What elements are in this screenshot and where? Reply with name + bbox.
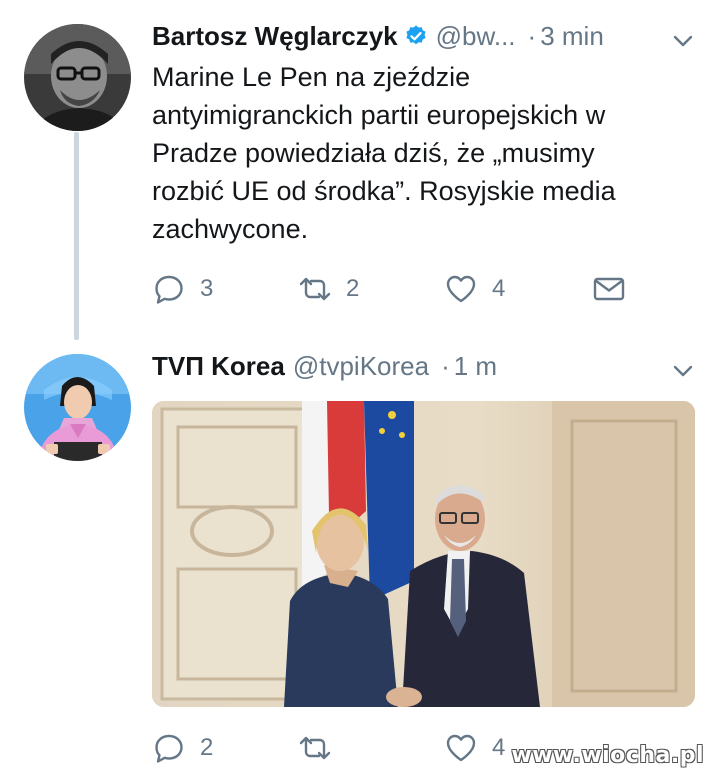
tweet-text-line: antyimigranckich partii europejskich w (152, 100, 606, 130)
handle[interactable]: @tvpiKorea (293, 351, 429, 382)
like-button[interactable]: 4 (444, 728, 505, 768)
direct-message-button[interactable] (592, 269, 626, 309)
envelope-icon (593, 277, 625, 301)
reply-button[interactable]: 3 (152, 269, 213, 309)
tweet-header: Bartosz Węglarczyk @bw... · 3 min (152, 18, 604, 54)
like-count: 4 (492, 275, 506, 302)
tweet-text: Marine Le Pen na zjeździe antyimigrancki… (152, 58, 672, 248)
tweet-photo[interactable] (152, 401, 695, 707)
thread-line (74, 132, 79, 340)
retweet-button[interactable] (298, 728, 332, 768)
handle[interactable]: @bw... (436, 21, 516, 52)
chevron-down-icon[interactable] (672, 30, 694, 52)
reply-button[interactable]: 2 (152, 728, 213, 768)
heart-icon (446, 275, 476, 303)
tweet-header: ТVП Korea @tvpiKorea · 1 m (152, 348, 497, 384)
avatar[interactable] (24, 354, 131, 461)
tweet-actions: 3 2 4 (152, 269, 642, 309)
tweet-text-line: Marine Le Pen na zjeździe (152, 62, 471, 92)
reply-count: 2 (200, 734, 214, 761)
retweet-icon (299, 736, 331, 760)
watermark: www.wiocha.pl (511, 743, 704, 768)
retweet-count: 2 (346, 275, 360, 302)
chevron-down-icon[interactable] (672, 360, 694, 382)
timestamp[interactable]: 1 m (454, 351, 497, 382)
tweet-text-line: rozbić UE od środka”. Rosyjskie media (152, 176, 616, 206)
separator-dot: · (441, 350, 450, 381)
avatar[interactable] (24, 24, 131, 131)
display-name[interactable]: Bartosz Węglarczyk (152, 21, 398, 52)
reply-icon (155, 275, 183, 304)
display-name[interactable]: ТVП Korea (152, 351, 285, 382)
separator-dot: · (527, 20, 537, 51)
retweet-button[interactable]: 2 (298, 269, 359, 309)
like-button[interactable]: 4 (444, 269, 505, 309)
photo-illustration (152, 401, 695, 707)
heart-icon (446, 734, 476, 762)
tweet-1[interactable]: Bartosz Węglarczyk @bw... · 3 min Marine… (0, 0, 716, 340)
timestamp[interactable]: 3 min (540, 21, 604, 52)
retweet-icon (299, 277, 331, 301)
reply-count: 3 (200, 275, 214, 302)
tweet-text-line: Pradze powiedziała dziś, że „musimy (152, 138, 595, 168)
like-count: 4 (492, 734, 506, 761)
verified-badge-icon (406, 25, 426, 45)
tweet-text-line: zachwycone. (152, 214, 309, 244)
reply-icon (155, 734, 183, 763)
